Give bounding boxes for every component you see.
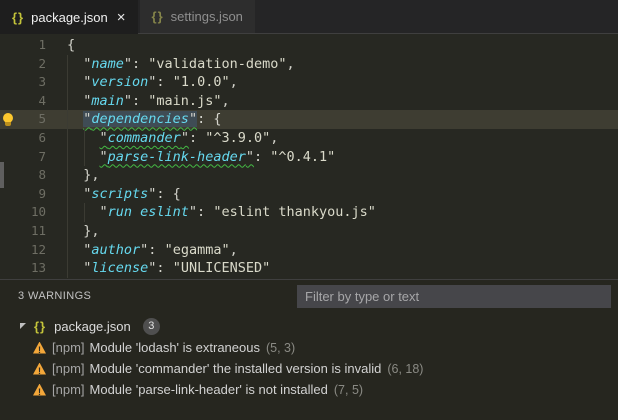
tab-label: settings.json [170, 9, 243, 24]
code-text: "license": "UNLICENSED" [67, 260, 271, 277]
group-file-name: package.json [54, 318, 131, 334]
code-line[interactable]: 2 "name": "validation-demo", [0, 55, 618, 74]
code-text: "dependencies": { [83, 111, 222, 128]
problem-source: [npm] [52, 361, 85, 376]
lightbulb-icon[interactable] [3, 113, 13, 127]
code-text: "run eslint": "eslint thankyou.js" [67, 204, 376, 221]
left-edge-marker [0, 162, 4, 188]
glyph-margin [0, 36, 18, 55]
code-line[interactable]: 3 "version": "1.0.0", [0, 73, 618, 92]
line-number: 4 [38, 92, 46, 108]
problem-message: Module 'parse-link-header' is not instal… [89, 382, 328, 397]
line-number: 11 [30, 222, 46, 238]
glyph-margin [0, 55, 18, 74]
code-text: }, [67, 222, 100, 239]
glyph-margin [0, 259, 18, 278]
json-file-icon: {} [12, 9, 25, 25]
chevron-expanded-icon[interactable] [20, 323, 26, 329]
editor-lines: 1{2 "name": "validation-demo", 3 "version… [0, 36, 618, 278]
problems-group-row[interactable]: {} package.json 3 [0, 315, 618, 337]
line-number: 6 [38, 129, 46, 145]
glyph-margin [0, 203, 18, 222]
line-number: 7 [38, 148, 46, 164]
indent-guide [67, 54, 68, 278]
line-number: 3 [38, 74, 46, 90]
tab-settings-json[interactable]: {} settings.json [139, 0, 255, 33]
problem-source: [npm] [52, 382, 85, 397]
warning-icon [33, 383, 46, 396]
vscode-window: {} package.json × {} settings.json 1{2 "… [0, 0, 618, 420]
warning-icon [33, 362, 46, 375]
tab-label: package.json [31, 9, 108, 25]
problem-location: (5, 3) [265, 340, 296, 355]
glyph-margin [0, 73, 18, 92]
problems-filter-input[interactable] [297, 285, 611, 308]
code-line[interactable]: 9 "scripts": { [0, 185, 618, 204]
problem-message: Module 'commander' the installed version… [89, 361, 382, 376]
code-text: "version": "1.0.0", [67, 74, 238, 91]
problem-items: [npm] Module 'lodash' is extraneous (5, 3)… [0, 337, 618, 400]
code-editor[interactable]: 1{2 "name": "validation-demo", 3 "version… [0, 34, 618, 279]
glyph-margin [0, 222, 18, 241]
editor-tab-bar: {} package.json × {} settings.json [0, 0, 618, 34]
code-text: }, [67, 167, 100, 184]
line-number: 1 [38, 37, 46, 52]
glyph-margin [0, 92, 18, 111]
json-file-icon: {} [151, 9, 164, 24]
code-text: { [67, 37, 76, 53]
indent-guide [84, 129, 85, 167]
problems-panel: 3 WARNINGS {} package.json 3 [npm] Module… [0, 279, 618, 420]
glyph-margin [0, 110, 18, 129]
code-line[interactable]: 6 "commander": "^3.9.0", [0, 129, 618, 148]
problem-message: Module 'lodash' is extraneous [89, 340, 260, 355]
code-line[interactable]: 12 "author": "egamma", [0, 241, 618, 260]
code-text: "parse-link-header": "^0.4.1" [99, 148, 336, 165]
tab-package-json[interactable]: {} package.json × [0, 0, 138, 34]
code-line[interactable]: 11 }, [0, 222, 618, 241]
code-line[interactable]: 10 "run eslint": "eslint thankyou.js" [0, 203, 618, 222]
problem-location: (7, 5) [333, 382, 364, 397]
code-text: "commander": "^3.9.0", [99, 129, 279, 146]
json-file-icon: {} [34, 318, 47, 334]
code-line[interactable]: 5 "dependencies": { [0, 110, 618, 129]
problem-location: (6, 18) [387, 361, 424, 376]
problem-row[interactable]: [npm] Module 'lodash' is extraneous (5, 3) [0, 337, 618, 358]
indent-guide [84, 203, 85, 222]
code-text: "main": "main.js", [67, 92, 230, 109]
glyph-margin [0, 241, 18, 260]
glyph-margin [0, 129, 18, 148]
line-number: 5 [38, 111, 46, 127]
problem-source: [npm] [52, 340, 85, 355]
code-text: "name": "validation-demo", [67, 55, 295, 72]
line-number: 2 [38, 55, 46, 71]
line-number: 13 [30, 260, 46, 276]
code-line[interactable]: 4 "main": "main.js", [0, 92, 618, 111]
close-icon[interactable]: × [117, 10, 126, 25]
problem-row[interactable]: [npm] Module 'parse-link-header' is not i… [0, 379, 618, 400]
line-number: 9 [38, 185, 46, 201]
problems-tree: {} package.json 3 [npm] Module 'lodash' i… [0, 315, 618, 400]
code-line[interactable]: 8 }, [0, 166, 618, 185]
code-line[interactable]: 7 "parse-link-header": "^0.4.1" [0, 148, 618, 167]
code-line[interactable]: 1{ [0, 36, 618, 55]
line-number: 10 [30, 204, 46, 220]
code-text: "scripts": { [67, 185, 181, 202]
line-number: 8 [38, 167, 46, 183]
problem-row[interactable]: [npm] Module 'commander' the installed ve… [0, 358, 618, 379]
code-text: "author": "egamma", [67, 241, 238, 258]
line-number: 12 [30, 241, 46, 257]
problem-count-badge: 3 [142, 317, 160, 335]
code-line[interactable]: 13 "license": "UNLICENSED" [0, 259, 618, 278]
problems-summary: 3 WARNINGS [18, 290, 92, 302]
warning-icon [33, 341, 46, 354]
